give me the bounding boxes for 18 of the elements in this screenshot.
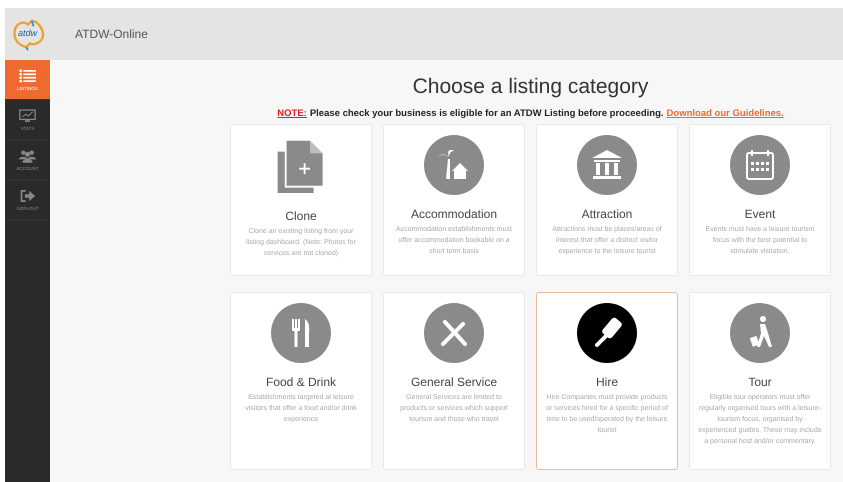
page-title: Choose a listing category bbox=[412, 75, 648, 99]
users-icon bbox=[19, 148, 36, 162]
category-title: Tour bbox=[748, 375, 772, 389]
category-title: Accommodation bbox=[410, 207, 498, 221]
logo-text: atdw bbox=[18, 28, 37, 38]
sign-out-icon bbox=[19, 188, 36, 202]
list-icon bbox=[19, 68, 36, 82]
category-title: Event bbox=[744, 207, 776, 221]
category-title: Clone bbox=[285, 209, 317, 223]
category-title: Attraction bbox=[582, 207, 632, 221]
logo[interactable]: atdw bbox=[5, 17, 50, 51]
note-text: Please check your business is eligible for an ATDW Listing before proceeding. bbox=[310, 108, 664, 119]
category-title: General Service bbox=[410, 375, 498, 389]
note-label: NOTE: bbox=[277, 108, 307, 119]
app-title: ATDW-Online bbox=[75, 27, 148, 41]
monitor-chart-icon bbox=[19, 108, 36, 122]
category-title: Food & Drink bbox=[266, 375, 336, 389]
category-title: Hire bbox=[596, 375, 618, 389]
